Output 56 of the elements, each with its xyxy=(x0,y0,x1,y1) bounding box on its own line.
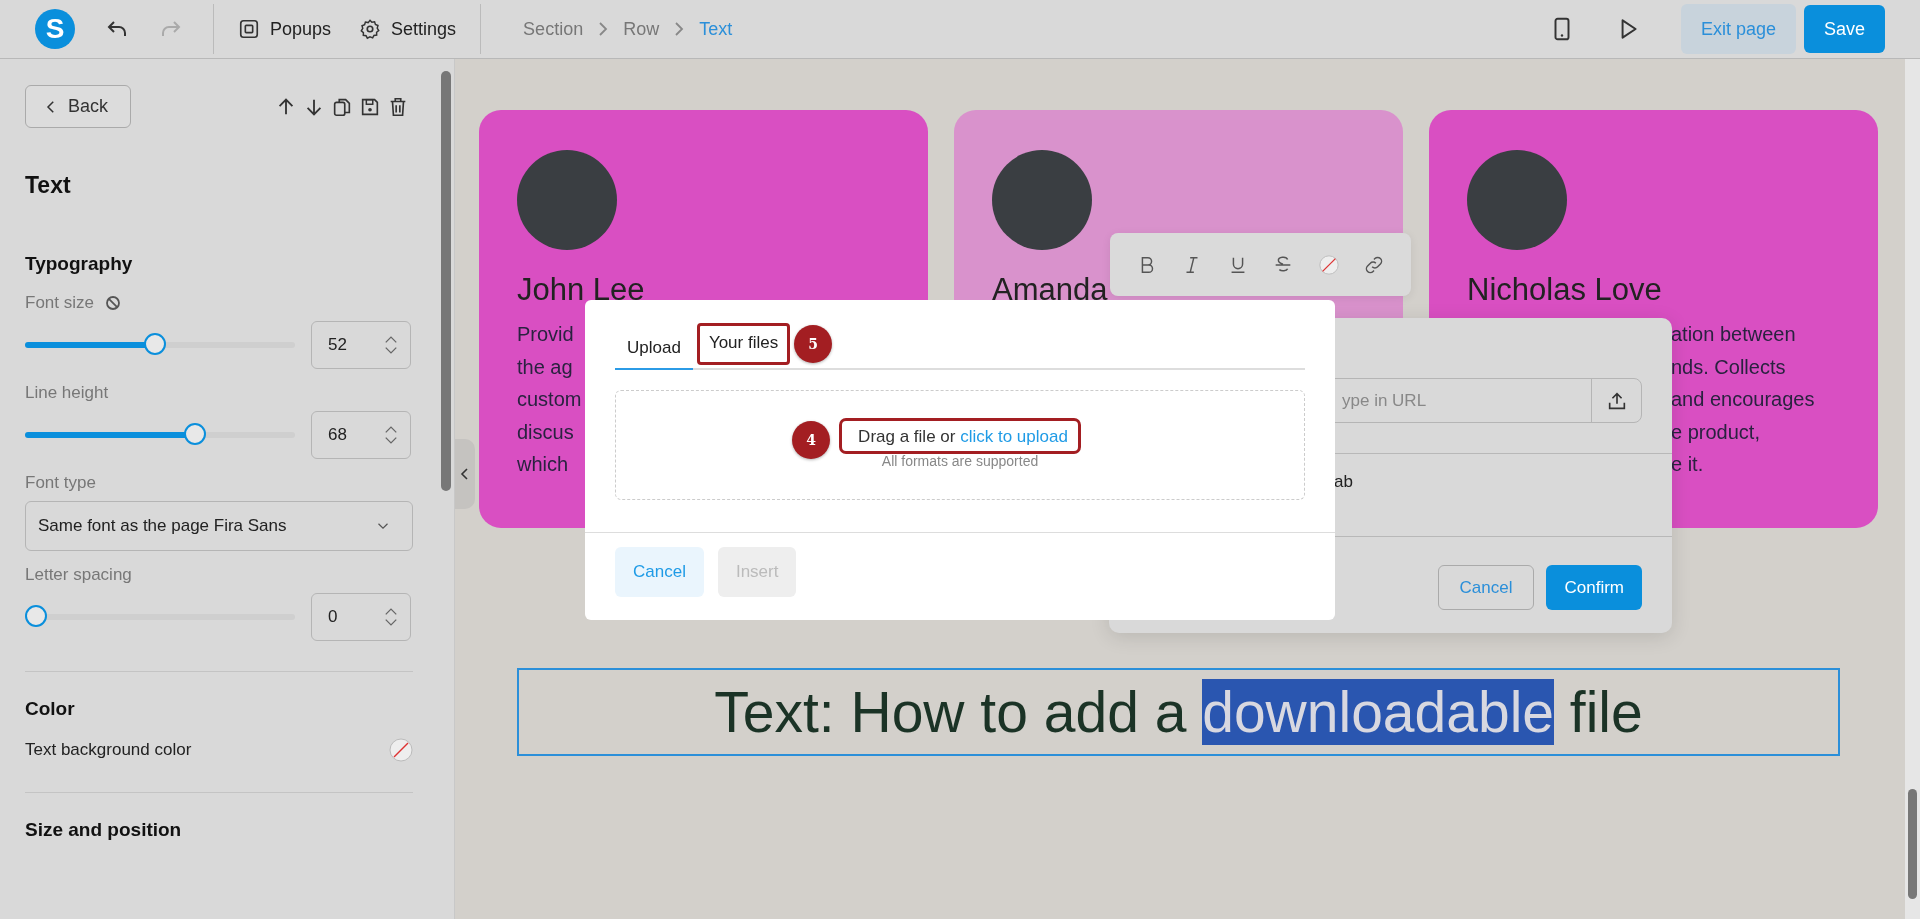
number-field[interactable]: 0 xyxy=(311,593,411,641)
field-label: Text background color xyxy=(25,740,192,760)
field-label: Line height xyxy=(25,383,109,403)
field-label: Letter spacing xyxy=(25,565,132,585)
option-label: ab xyxy=(1334,472,1353,492)
number-field[interactable]: 52 xyxy=(311,321,411,369)
popups-button[interactable]: Popups xyxy=(234,18,336,40)
chevron-right-icon xyxy=(597,21,610,37)
card-text: and encourages xyxy=(1671,387,1815,412)
person-name: Amanda xyxy=(992,272,1109,308)
back-button[interactable]: Back xyxy=(25,85,132,128)
card-text: nds. Collects xyxy=(1671,354,1786,380)
tab[interactable]: Your files xyxy=(696,323,791,365)
drop-zone[interactable]: 4 Drag a file or click to upload All formats are supported xyxy=(615,390,1305,500)
no-color-icon[interactable] xyxy=(1317,253,1340,276)
card-text: discus xyxy=(517,419,574,445)
tab[interactable]: Upload xyxy=(615,328,693,370)
person-name: John Lee xyxy=(517,272,646,308)
slider[interactable] xyxy=(25,423,295,447)
hint-text: All formats are supported xyxy=(881,453,1039,469)
card-text: ation between xyxy=(1671,322,1796,347)
chevron-right-icon xyxy=(673,21,686,37)
card-text: custom xyxy=(517,387,582,412)
chevron-left-icon xyxy=(459,466,471,482)
section-title: Typography xyxy=(25,253,134,275)
card-text: which xyxy=(517,452,569,477)
panel-title: Text xyxy=(25,172,72,199)
section-title: Color xyxy=(25,698,76,720)
number-field[interactable]: 68 xyxy=(311,411,411,459)
selected-heading-text[interactable]: Text: How to add a downloadable file xyxy=(517,668,1840,756)
card-text: Provid xyxy=(517,322,574,347)
step-badge: 4 xyxy=(792,421,831,459)
slider-thumb[interactable] xyxy=(144,333,167,355)
step-badge: 5 xyxy=(794,325,833,363)
card-text: the ag xyxy=(517,354,573,380)
slider-thumb[interactable] xyxy=(183,423,206,445)
card-text: e product, xyxy=(1671,419,1760,445)
logo[interactable]: S xyxy=(35,9,75,49)
field-label: Font type xyxy=(25,473,96,493)
no-color-swatch[interactable] xyxy=(389,738,413,762)
slider[interactable] xyxy=(25,333,295,357)
section-title: Size and position xyxy=(25,819,183,841)
card-text: e it. xyxy=(1671,452,1704,477)
upload-prompt: Drag a file or click to upload xyxy=(842,421,1078,451)
field-label: Font size xyxy=(25,293,94,313)
settings-icon xyxy=(359,18,382,40)
settings-button[interactable]: Settings xyxy=(355,18,461,40)
save-button[interactable]: Save xyxy=(1803,5,1885,53)
person-name: Nicholas Love xyxy=(1467,272,1663,308)
slider[interactable] xyxy=(25,605,295,629)
slider-thumb[interactable] xyxy=(25,605,47,627)
square-icon xyxy=(238,18,260,40)
reset-icon[interactable] xyxy=(104,294,122,312)
font-select[interactable]: Same font as the page Fira Sans xyxy=(25,501,413,551)
confirm-button[interactable]: Confirm xyxy=(1546,565,1642,610)
scrollbar[interactable] xyxy=(1905,59,1920,919)
